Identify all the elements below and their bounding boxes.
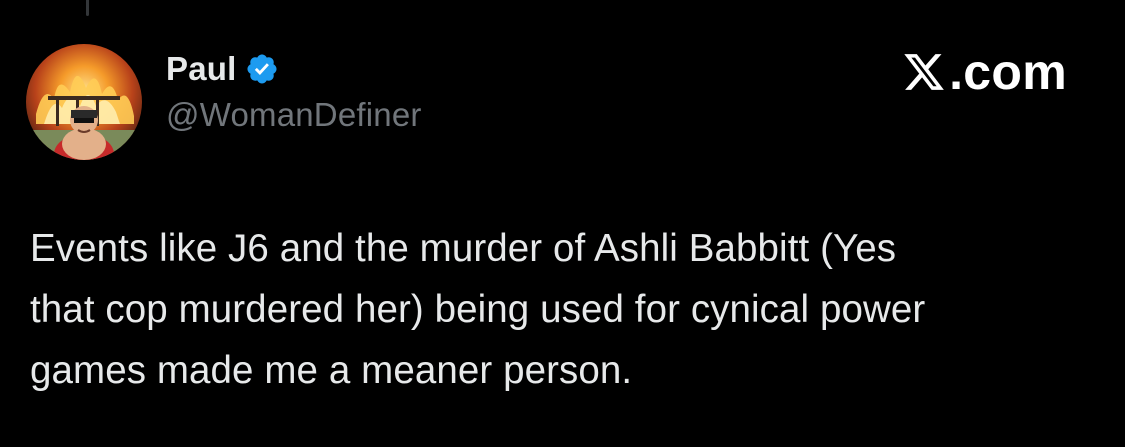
verified-badge-icon <box>245 52 279 86</box>
thread-connector-line <box>86 0 89 16</box>
avatar-image <box>26 44 142 160</box>
author-handle[interactable]: @WomanDefiner <box>166 96 422 134</box>
tweet-body: Events like J6 and the murder of Ashli B… <box>30 218 1100 401</box>
x-com-watermark: .com <box>901 42 1067 102</box>
tweet-line: that cop murdered her) being used for cy… <box>30 288 926 331</box>
avatar[interactable] <box>26 44 142 160</box>
tweet-line: games made me a meaner person. <box>30 349 633 392</box>
brand-domain-text: .com <box>949 44 1067 100</box>
x-logo-icon <box>901 50 947 94</box>
display-name[interactable]: Paul <box>166 50 237 88</box>
author-name-row[interactable]: Paul <box>166 46 279 92</box>
tweet-line: Events like J6 and the murder of Ashli B… <box>30 227 897 270</box>
